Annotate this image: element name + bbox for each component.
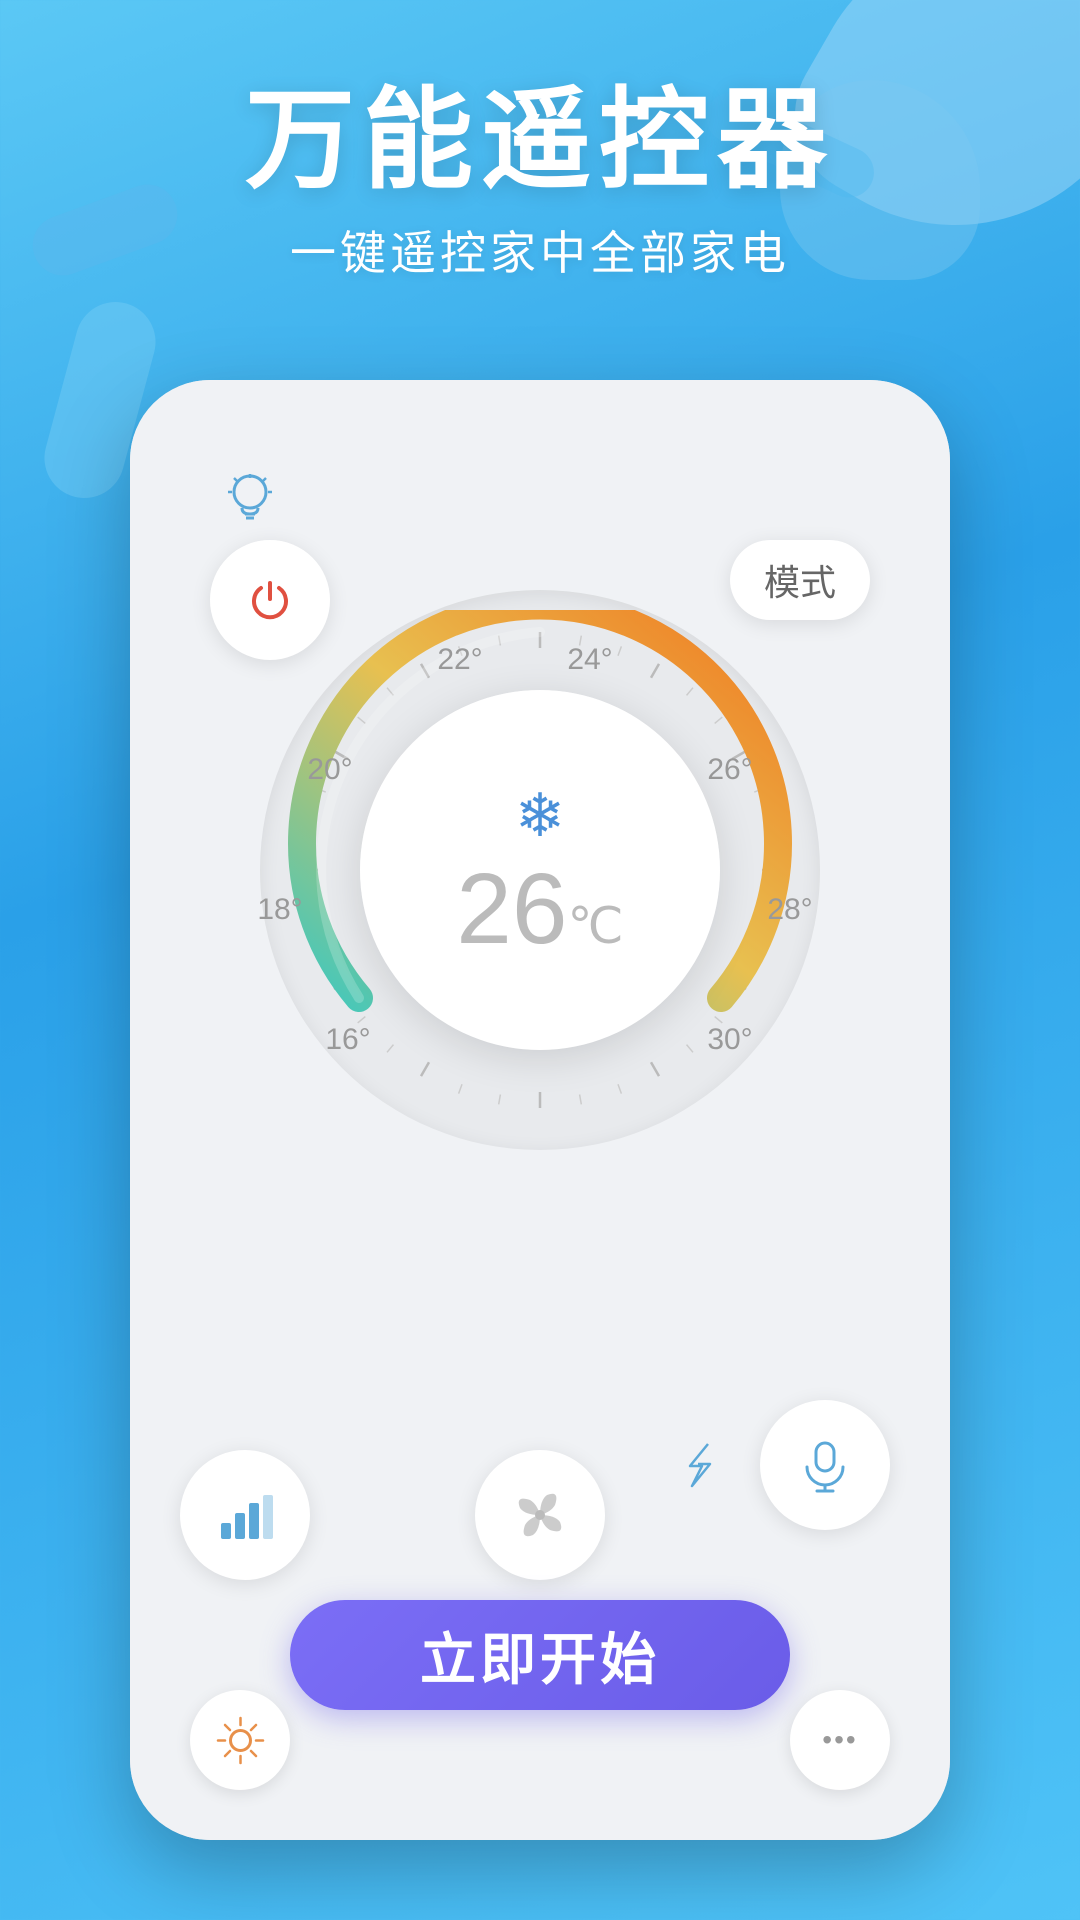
more-dots: •••	[822, 1724, 857, 1756]
temp-label-26: 26°	[707, 753, 752, 787]
temp-label-16: 16°	[325, 1023, 370, 1057]
temp-label-18: 18°	[257, 893, 302, 927]
lightning-decoration	[670, 1435, 730, 1495]
temperature-dial[interactable]: 16° 18° 20° 22° 24° 26° 28° 30° ❄	[250, 580, 830, 1160]
temp-label-20: 20°	[307, 753, 352, 787]
header: 万能遥控器 一键遥控家中全部家电	[0, 0, 1080, 283]
current-temperature: 26℃	[456, 859, 623, 959]
bulb-icon-button[interactable]	[210, 460, 290, 540]
temp-label-30: 30°	[707, 1023, 752, 1057]
snowflake-icon: ❄	[515, 781, 565, 851]
sun-button[interactable]	[190, 1690, 290, 1790]
sun-icon	[213, 1713, 268, 1768]
temp-label-24: 24°	[567, 643, 612, 677]
lightning-icon	[680, 1440, 720, 1490]
cta-label: 立即开始	[420, 1615, 660, 1696]
bar-chart-icon	[215, 1485, 275, 1545]
app-subtitle: 一键遥控家中全部家电	[0, 217, 1080, 283]
phone-mockup: 模式	[130, 380, 950, 1840]
bottom-row: •••	[190, 1690, 890, 1790]
voice-button[interactable]	[760, 1400, 890, 1530]
wind-icon	[505, 1480, 575, 1550]
fan-speed-button[interactable]	[180, 1450, 310, 1580]
more-button[interactable]: •••	[790, 1690, 890, 1790]
microphone-icon	[795, 1435, 855, 1495]
app-title: 万能遥控器	[0, 80, 1080, 201]
temp-label-22: 22°	[437, 643, 482, 677]
bulb-icon	[220, 470, 280, 530]
temp-label-28: 28°	[767, 893, 812, 927]
wind-mode-button[interactable]	[475, 1450, 605, 1580]
temperature-display: ❄ 26℃	[360, 690, 720, 1050]
phone-screen: 模式	[130, 380, 950, 1840]
